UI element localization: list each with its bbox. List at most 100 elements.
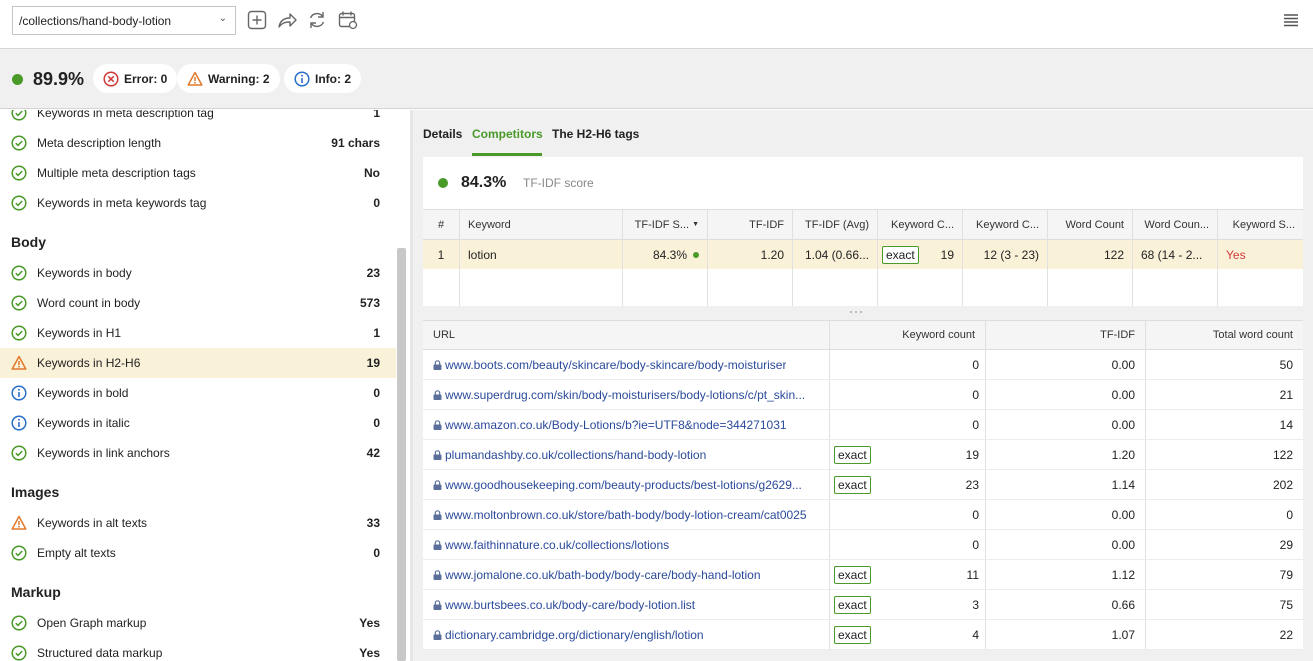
url-link[interactable]: www.moltonbrown.co.uk/store/bath-body/bo… (445, 508, 807, 522)
info-filter[interactable]: Info: 2 (284, 64, 361, 93)
table-row[interactable]: www.superdrug.com/skin/body-moisturisers… (423, 380, 1303, 410)
table-row[interactable]: www.jomalone.co.uk/bath-body/body-care/b… (423, 560, 1303, 590)
cell-url[interactable]: www.jomalone.co.uk/bath-body/body-care/b… (423, 560, 830, 589)
table-row[interactable]: www.moltonbrown.co.uk/store/bath-body/bo… (423, 500, 1303, 530)
factor-label: Keywords in H1 (37, 326, 122, 340)
lock-icon (433, 629, 442, 640)
factor-row[interactable]: Keywords in link anchors 42 (0, 438, 396, 468)
cell-url[interactable]: www.goodhousekeeping.com/beauty-products… (423, 470, 830, 499)
info-count: Info: 2 (315, 71, 351, 86)
col-header-word-count[interactable]: Word Count (1048, 210, 1133, 239)
left-scrollbar[interactable] (397, 248, 406, 661)
url-link[interactable]: www.jomalone.co.uk/bath-body/body-care/b… (445, 568, 761, 582)
factor-label: Keywords in meta keywords tag (37, 196, 207, 210)
hamburger-menu-icon[interactable] (1283, 13, 1299, 27)
factor-label: Keywords in body (37, 266, 132, 280)
factor-row[interactable]: Meta description length 91 chars (0, 128, 396, 158)
add-icon[interactable] (246, 9, 268, 31)
col-header-tfidf-score-label: TF-IDF S... (634, 218, 690, 231)
col-header-keyword-count[interactable]: Keyword count (830, 321, 986, 349)
url-link[interactable]: www.burtsbees.co.uk/body-care/body-lotio… (445, 598, 695, 612)
url-link[interactable]: www.goodhousekeeping.com/beauty-products… (445, 478, 802, 492)
col-header-keyword-s[interactable]: Keyword S... (1218, 210, 1303, 239)
table-row[interactable]: www.goodhousekeeping.com/beauty-products… (423, 470, 1303, 500)
cell-url[interactable]: www.boots.com/beauty/skincare/body-skinc… (423, 350, 830, 379)
col-header-tfidf-avg[interactable]: TF-IDF (Avg) (793, 210, 878, 239)
factor-label: Word count in body (37, 296, 141, 310)
url-link[interactable]: www.amazon.co.uk/Body-Lotions/b?ie=UTF8&… (445, 418, 787, 432)
info-icon (294, 70, 310, 87)
factor-row[interactable]: Keywords in bold 0 (0, 378, 396, 408)
col-header-tfidf[interactable]: TF-IDF (986, 321, 1146, 349)
cell-keyword-count-value: 0 (972, 507, 979, 522)
factor-row[interactable]: Structured data markup Yes (0, 638, 396, 661)
factor-row[interactable]: Keywords in meta keywords tag 0 (0, 188, 396, 218)
factor-row[interactable]: Empty alt texts 0 (0, 538, 396, 568)
lock-icon (433, 539, 442, 550)
factor-value: 0 (373, 546, 380, 560)
factor-value: Yes (359, 646, 380, 660)
tab-h2-h6-tags[interactable]: The H2-H6 tags (552, 127, 639, 141)
factor-row[interactable]: Keywords in italic 0 (0, 408, 396, 438)
col-header-url[interactable]: URL (423, 321, 830, 349)
factor-value: 19 (366, 356, 380, 370)
exact-match-badge: exact (834, 475, 871, 494)
col-header-tfidf-score[interactable]: TF-IDF S... ▼ (623, 210, 708, 239)
url-link[interactable]: www.boots.com/beauty/skincare/body-skinc… (445, 358, 786, 372)
col-header-word-count-avg[interactable]: Word Coun... (1133, 210, 1218, 239)
col-header-tfidf[interactable]: TF-IDF (708, 210, 793, 239)
info-icon (11, 415, 27, 431)
warning-count: Warning: 2 (208, 71, 270, 86)
overall-score: 89.9% (33, 69, 85, 89)
tfidf-score-label: TF-IDF score (523, 176, 594, 190)
keyword-table-header: # Keyword TF-IDF S... ▼ TF-IDF TF-IDF (Av… (423, 209, 1303, 240)
url-link[interactable]: dictionary.cambridge.org/dictionary/engl… (445, 628, 704, 642)
factor-row[interactable]: Keywords in H1 1 (0, 318, 396, 348)
table-row[interactable]: www.burtsbees.co.uk/body-care/body-lotio… (423, 590, 1303, 620)
warning-icon (11, 515, 27, 531)
table-row[interactable]: www.boots.com/beauty/skincare/body-skinc… (423, 350, 1303, 380)
url-select[interactable]: /collections/hand-body-lotion ⌄ (12, 6, 236, 35)
table-row[interactable]: dictionary.cambridge.org/dictionary/engl… (423, 620, 1303, 650)
cell-url[interactable]: www.moltonbrown.co.uk/store/bath-body/bo… (423, 500, 830, 529)
factor-row[interactable]: Multiple meta description tags No (0, 158, 396, 188)
cell-url[interactable]: www.burtsbees.co.uk/body-care/body-lotio… (423, 590, 830, 619)
url-link[interactable]: www.superdrug.com/skin/body-moisturisers… (445, 388, 805, 402)
cell-url[interactable]: www.superdrug.com/skin/body-moisturisers… (423, 380, 830, 409)
factor-row[interactable]: Open Graph markup Yes (0, 608, 396, 638)
refresh-icon[interactable] (306, 9, 328, 31)
table-row[interactable]: www.faithinnature.co.uk/collections/loti… (423, 530, 1303, 560)
col-header-keyword-count[interactable]: Keyword C... (878, 210, 963, 239)
col-header-keyword-count-avg[interactable]: Keyword C... (963, 210, 1048, 239)
tab-competitors[interactable]: Competitors (472, 127, 543, 141)
factor-row[interactable]: Keywords in alt texts 33 (0, 508, 396, 538)
calendar-refresh-icon[interactable] (337, 9, 359, 31)
table-row[interactable]: 1 lotion 84.3% 1.20 1.04 (0.66... exact … (423, 240, 1303, 269)
col-header-keyword[interactable]: Keyword (460, 210, 623, 239)
table-row[interactable]: plumandashby.co.uk/collections/hand-body… (423, 440, 1303, 470)
check-circle-icon (11, 615, 27, 631)
url-link[interactable]: plumandashby.co.uk/collections/hand-body… (445, 448, 706, 462)
error-filter[interactable]: Error: 0 (93, 64, 178, 93)
table-row[interactable]: www.amazon.co.uk/Body-Lotions/b?ie=UTF8&… (423, 410, 1303, 440)
factor-row[interactable]: Keywords in H2-H6 19 (0, 348, 396, 378)
warning-filter[interactable]: Warning: 2 (177, 64, 280, 93)
factor-row[interactable]: Word count in body 573 (0, 288, 396, 318)
table-splitter-grip-icon[interactable] (848, 310, 864, 314)
factor-row[interactable]: Keywords in body 23 (0, 258, 396, 288)
col-header-total-word-count[interactable]: Total word count (1146, 321, 1303, 349)
factor-row[interactable]: Keywords in meta description tag 1 (0, 110, 396, 128)
url-select-value: /collections/hand-body-lotion (19, 14, 172, 28)
cell-url[interactable]: www.amazon.co.uk/Body-Lotions/b?ie=UTF8&… (423, 410, 830, 439)
exact-match-badge: exact (834, 445, 871, 464)
cell-url[interactable]: www.faithinnature.co.uk/collections/loti… (423, 530, 830, 559)
error-count: Error: 0 (124, 71, 168, 86)
cell-url[interactable]: dictionary.cambridge.org/dictionary/engl… (423, 620, 830, 649)
share-icon[interactable] (276, 9, 298, 31)
factor-value: Yes (359, 616, 380, 630)
tab-details[interactable]: Details (423, 127, 462, 141)
cell-keyword-count: 0 (830, 380, 986, 409)
url-link[interactable]: www.faithinnature.co.uk/collections/loti… (445, 538, 669, 552)
cell-url[interactable]: plumandashby.co.uk/collections/hand-body… (423, 440, 830, 469)
col-header-num[interactable]: # (423, 210, 460, 239)
